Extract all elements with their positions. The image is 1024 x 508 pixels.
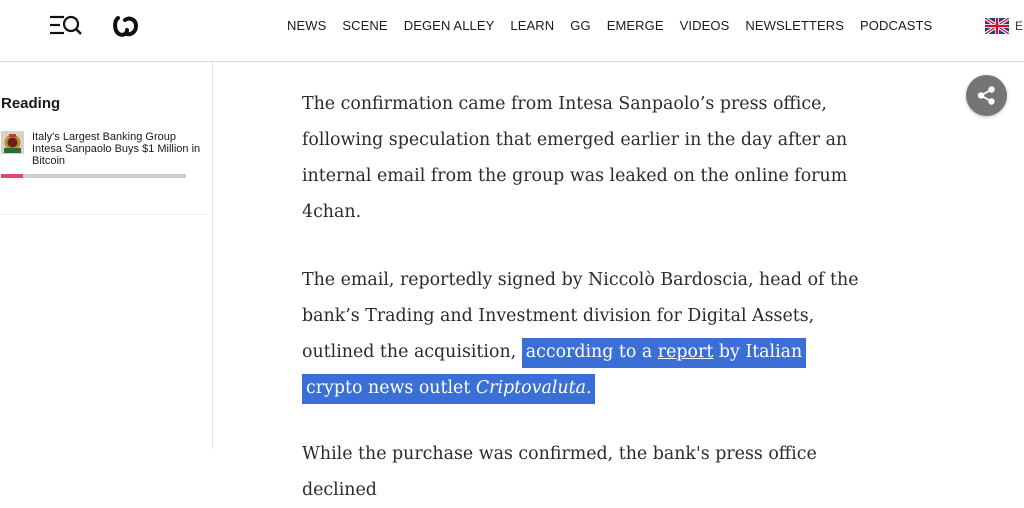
reading-article-title[interactable]: Italy's Largest Banking Group Intesa San… bbox=[32, 131, 202, 167]
reading-sidebar: Reading Italy's Largest Banking Group In… bbox=[0, 62, 213, 449]
nav-news[interactable]: NEWS bbox=[287, 18, 326, 33]
nav-learn[interactable]: LEARN bbox=[510, 18, 554, 33]
article-thumbnail[interactable] bbox=[1, 131, 24, 154]
outlet-name: Criptovaluta bbox=[475, 378, 586, 398]
article-paragraph-1: The confirmation came from Intesa Sanpao… bbox=[302, 94, 848, 222]
share-icon bbox=[977, 86, 995, 105]
top-header: NEWS SCENE DEGEN ALLEY LEARN GG EMERGE V… bbox=[0, 0, 1024, 62]
report-link[interactable]: report bbox=[658, 342, 714, 362]
selected-text-period: . bbox=[585, 378, 592, 398]
uk-flag-icon[interactable] bbox=[984, 16, 1010, 36]
nav-newsletters[interactable]: NEWSLETTERS bbox=[745, 18, 844, 33]
reading-title: Reading bbox=[1, 95, 61, 112]
nav-emerge[interactable]: EMERGE bbox=[607, 18, 664, 33]
language-label[interactable]: E bbox=[1015, 19, 1023, 33]
nav-scene[interactable]: SCENE bbox=[342, 18, 387, 33]
nav-degen-alley[interactable]: DEGEN ALLEY bbox=[404, 18, 495, 33]
selected-text-part-1: according to a bbox=[525, 342, 653, 362]
share-button[interactable] bbox=[966, 75, 1007, 116]
reading-progress-fill bbox=[1, 174, 24, 178]
sidebar-divider bbox=[0, 214, 208, 215]
main-nav: NEWS SCENE DEGEN ALLEY LEARN GG EMERGE V… bbox=[287, 18, 948, 33]
reading-progress-bar bbox=[1, 174, 186, 178]
nav-gg[interactable]: GG bbox=[570, 18, 590, 33]
decrypt-logo[interactable] bbox=[112, 14, 140, 38]
nav-videos[interactable]: VIDEOS bbox=[680, 18, 730, 33]
article-paragraph-2: The email, reportedly signed by Niccolò … bbox=[302, 262, 862, 406]
menu-search-icon[interactable] bbox=[48, 13, 84, 39]
article-paragraph-3: While the purchase was confirmed, the ba… bbox=[302, 444, 817, 500]
nav-podcasts[interactable]: PODCASTS bbox=[860, 18, 932, 33]
